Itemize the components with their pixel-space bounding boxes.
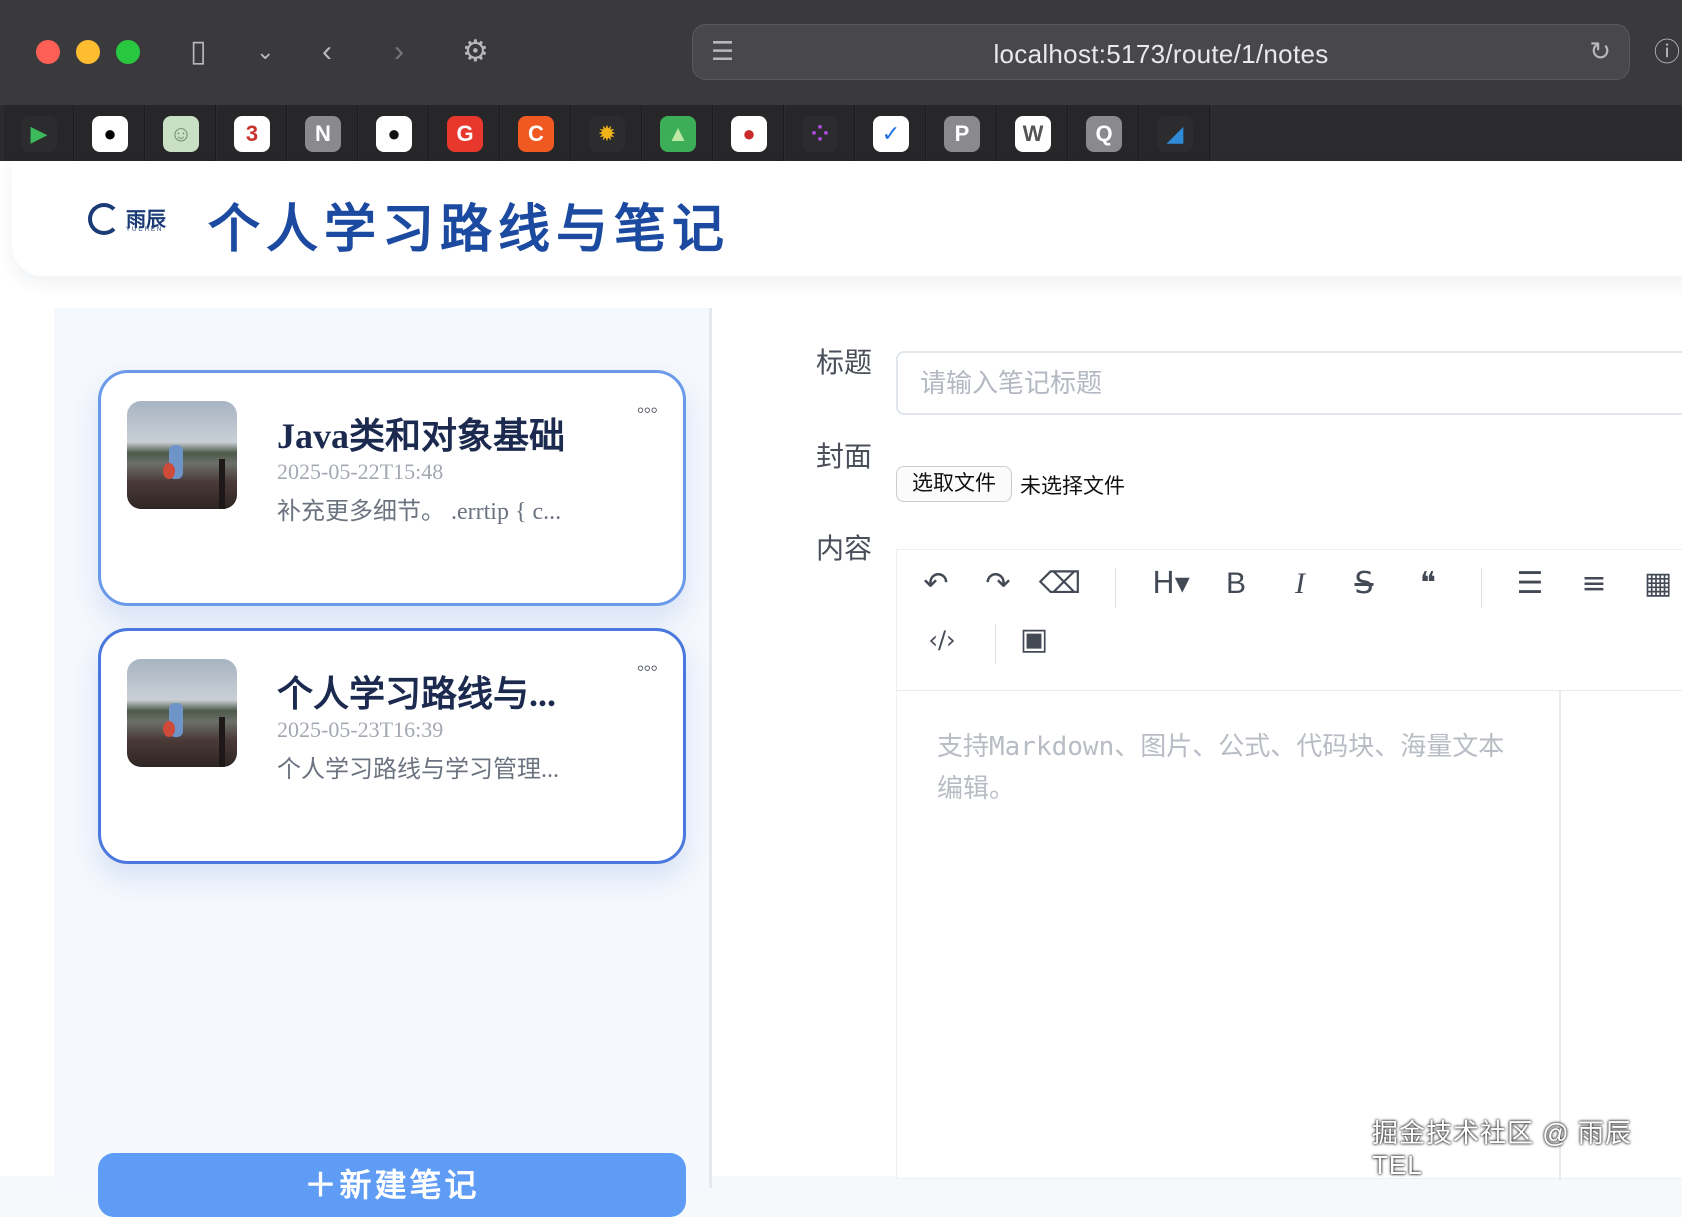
heading-dropdown-icon[interactable]: H▾: [1141, 564, 1201, 604]
bullet-list-icon[interactable]: ☰: [1507, 564, 1553, 604]
n-icon: N: [305, 116, 341, 152]
save-icon[interactable]: ▣: [1011, 620, 1057, 660]
note-cover-image: [127, 659, 237, 767]
bookmark-item[interactable]: Q: [1069, 105, 1139, 161]
title-label: 标题: [816, 348, 873, 379]
bookmark-item[interactable]: N: [288, 105, 358, 161]
redo-icon[interactable]: ↷: [975, 564, 1021, 604]
bookmarks-bar: ▶ ● ☺ 3 N ● G C ✹ ▲ ● ⁘ ✓ P W Q ◢: [0, 105, 1682, 161]
more-options-icon[interactable]: ◦◦◦: [637, 655, 658, 681]
g-icon: G: [447, 116, 483, 152]
avatar-icon: ☺: [163, 116, 199, 152]
file-status-text: 未选择文件: [1020, 475, 1125, 498]
bookmark-item[interactable]: C: [501, 105, 571, 161]
bookmark-item[interactable]: ☺: [146, 105, 216, 161]
minimize-window-button[interactable]: [76, 40, 100, 64]
bookmark-item[interactable]: ●: [359, 105, 429, 161]
eraser-icon[interactable]: ⌫: [1037, 564, 1083, 604]
gear-icon: ✹: [589, 116, 625, 152]
undo-icon[interactable]: ↶: [913, 564, 959, 604]
bookmark-item[interactable]: G: [430, 105, 500, 161]
image-icon: ▲: [660, 116, 696, 152]
dots-icon: ⁘: [802, 116, 838, 152]
chevron-down-icon[interactable]: ⌄: [256, 32, 274, 72]
p-icon: P: [944, 116, 980, 152]
url-text: localhost:5173/route/1/notes: [993, 39, 1329, 69]
cover-label: 封面: [816, 442, 873, 473]
note-card[interactable]: Java类和对象基础 2025-05-22T15:48 补充更多细节。 .err…: [98, 370, 686, 606]
bookmark-item[interactable]: ●: [75, 105, 145, 161]
close-window-button[interactable]: [36, 40, 60, 64]
editor-toolbar-row-2: ‹/› ▣: [897, 612, 1682, 668]
address-bar[interactable]: ☰ localhost:5173/route/1/notes ↻: [692, 24, 1630, 80]
bookmark-item[interactable]: P: [927, 105, 997, 161]
bookmark-item[interactable]: ▶: [4, 105, 74, 161]
reload-icon[interactable]: ↻: [1589, 31, 1611, 71]
notes-sidebar: Java类和对象基础 2025-05-22T15:48 补充更多细节。 .err…: [54, 308, 712, 1217]
note-cover-image: [127, 401, 237, 509]
sidebar-toggle-icon[interactable]: ▯: [190, 32, 207, 72]
three-icon: 3: [234, 116, 270, 152]
bookmark-item[interactable]: ⁘: [785, 105, 855, 161]
note-card[interactable]: 个人学习路线与... 2025-05-23T16:39 个人学习路线与学习管理.…: [98, 628, 686, 864]
bookmark-item[interactable]: ●: [714, 105, 784, 161]
logo-mark-icon: [88, 203, 120, 235]
ordered-list-icon[interactable]: ≡: [1571, 564, 1617, 604]
github-icon: ●: [376, 116, 412, 152]
info-icon[interactable]: ⓘ: [1654, 32, 1680, 72]
editor-preview-splitter[interactable]: [1559, 690, 1561, 1180]
note-excerpt: 补充更多细节。 .errtip { c...: [277, 499, 562, 525]
w-icon: W: [1015, 116, 1051, 152]
bookmark-item[interactable]: 3: [217, 105, 287, 161]
logo-icon: ●: [731, 116, 767, 152]
note-date: 2025-05-22T15:48: [277, 459, 444, 484]
maximize-window-button[interactable]: [116, 40, 140, 64]
watermark-text: 掘金技术社区 @ 雨辰TEL: [1372, 1118, 1632, 1180]
settings-gear-icon[interactable]: ⚙: [462, 32, 489, 72]
logo-subtext: YUCHEN: [126, 227, 164, 233]
bookmark-item[interactable]: W: [998, 105, 1068, 161]
back-icon[interactable]: ‹: [322, 32, 332, 72]
shape-icon: ◢: [1157, 116, 1193, 152]
browser-toolbar: ▯ ⌄ ‹ › ⚙ ☰ localhost:5173/route/1/notes…: [0, 0, 1682, 105]
note-date: 2025-05-23T16:39: [277, 717, 444, 742]
note-excerpt: 个人学习路线与学习管理...: [277, 757, 559, 783]
bookmark-item[interactable]: ✹: [572, 105, 642, 161]
bookmark-item[interactable]: ✓: [856, 105, 926, 161]
bookmark-item[interactable]: ▲: [643, 105, 713, 161]
forward-icon: ›: [394, 35, 404, 68]
editor-toolbar: ↶ ↷ ⌫ H▾ B I S ❝ ☰ ≡ ▦: [897, 556, 1682, 612]
bookmark-item[interactable]: ◢: [1140, 105, 1210, 161]
italic-icon[interactable]: I: [1277, 564, 1323, 604]
bold-icon[interactable]: B: [1213, 564, 1259, 604]
app-header: 雨辰 YUCHEN 个人学习路线与笔记: [12, 161, 1682, 276]
code-block-icon[interactable]: ‹/›: [919, 620, 965, 660]
page-title: 个人学习路线与笔记: [208, 201, 731, 259]
editor-placeholder[interactable]: 支持Markdown、图片、公式、代码块、海量文本编辑。: [937, 726, 1517, 810]
brand-logo[interactable]: 雨辰 YUCHEN: [76, 199, 176, 239]
strikethrough-icon[interactable]: S: [1341, 564, 1387, 604]
note-title: 个人学习路线与...: [277, 674, 557, 714]
content-label: 内容: [816, 534, 873, 565]
note-title: Java类和对象基础: [277, 416, 566, 456]
choose-file-button[interactable]: 选取文件: [896, 466, 1012, 502]
astronaut-icon: ●: [92, 116, 128, 152]
q-icon: Q: [1086, 116, 1122, 152]
c-icon: C: [518, 116, 554, 152]
more-options-icon[interactable]: ◦◦◦: [637, 397, 658, 423]
markdown-editor: ↶ ↷ ⌫ H▾ B I S ❝ ☰ ≡ ▦ ‹/› ▣ 支持Markdown、…: [896, 549, 1682, 1180]
check-icon: ✓: [873, 116, 909, 152]
note-title-input[interactable]: [896, 351, 1682, 415]
play-icon: ▶: [21, 116, 57, 152]
app-page: 雨辰 YUCHEN 个人学习路线与笔记 Java类和对象基础 2025-05-2…: [0, 161, 1682, 1217]
quote-icon[interactable]: ❝: [1405, 564, 1451, 604]
table-icon[interactable]: ▦: [1635, 564, 1681, 604]
new-note-button[interactable]: ＋新建笔记: [98, 1153, 686, 1217]
